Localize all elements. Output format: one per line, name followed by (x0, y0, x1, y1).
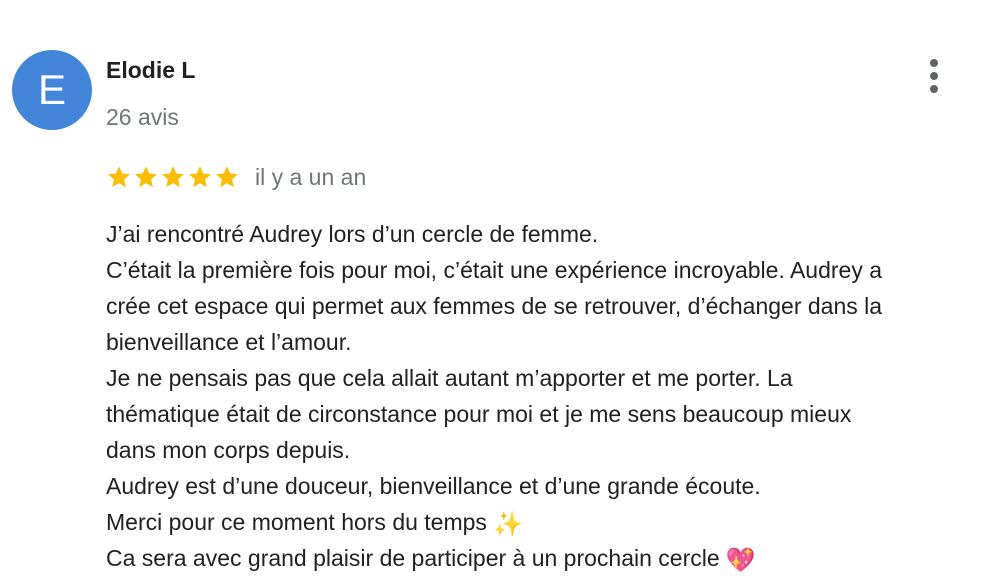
review-line-text: C’était la première fois pour moi, c’éta… (106, 257, 883, 283)
review-text-line: Audrey est d’une douceur, bienveillance … (106, 468, 1006, 504)
review-text: J’ai rencontré Audrey lors d’un cercle d… (106, 216, 1006, 576)
review-line-text: Je ne pensais pas que cela allait autant… (106, 365, 793, 391)
review-line-text: thématique était de circonstance pour mo… (106, 401, 852, 427)
rating-row: il y a un an (106, 162, 366, 192)
review-text-line: dans mon corps depuis. (106, 432, 1006, 468)
review-text-line: Merci pour ce moment hors du temps ✨ (106, 504, 1006, 540)
review-line-text: J’ai rencontré Audrey lors d’un cercle d… (106, 221, 599, 247)
review-text-line: Je ne pensais pas que cela allait autant… (106, 360, 1006, 396)
heart-icon: 💖 (725, 547, 756, 574)
review-text-line: J’ai rencontré Audrey lors d’un cercle d… (106, 216, 1006, 252)
star-icon (108, 166, 130, 188)
review-text-line: crée cet espace qui permet aux femmes de… (106, 288, 1006, 324)
more-vert-icon (930, 72, 938, 80)
review-line-text: Ca sera avec grand plaisir de participer… (106, 545, 720, 571)
star-icon (135, 166, 157, 188)
review-text-line: Ca sera avec grand plaisir de participer… (106, 540, 1006, 576)
more-vert-icon (930, 59, 938, 67)
review-line-text: crée cet espace qui permet aux femmes de… (106, 293, 883, 319)
review-text-line: thématique était de circonstance pour mo… (106, 396, 1006, 432)
star-rating (106, 164, 240, 190)
star-icon (162, 166, 184, 188)
avatar[interactable]: E (12, 50, 92, 130)
review-line-text: Audrey est d’une douceur, bienveillance … (106, 473, 761, 499)
more-options-button[interactable] (914, 56, 954, 96)
star-icon (216, 166, 238, 188)
author-name[interactable]: Elodie L (106, 56, 195, 84)
avatar-initial: E (37, 66, 66, 113)
author-review-count: 26 avis (106, 104, 179, 130)
star-icon (189, 166, 211, 188)
review-text-line: bienveillance et l’amour. (106, 324, 1006, 360)
review-text-line: C’était la première fois pour moi, c’éta… (106, 252, 1006, 288)
review-line-text: Merci pour ce moment hors du temps (106, 509, 487, 535)
review-line-text: dans mon corps depuis. (106, 437, 351, 463)
more-vert-icon (930, 85, 938, 93)
review-date: il y a un an (255, 164, 367, 190)
sparkles-icon: ✨ (492, 511, 523, 538)
review-line-text: bienveillance et l’amour. (106, 329, 352, 355)
